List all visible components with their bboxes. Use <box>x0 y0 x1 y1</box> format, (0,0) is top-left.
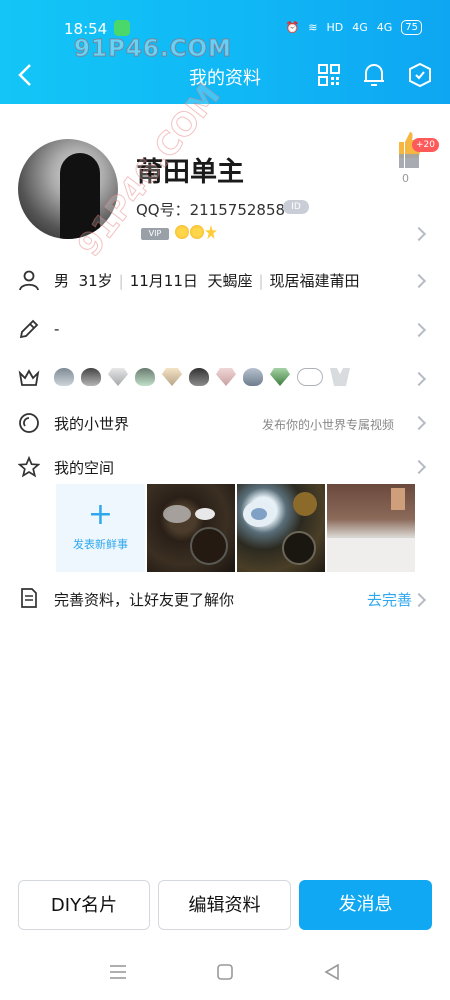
small-world-hint: 发布你的小世界专属视频 <box>262 418 395 432</box>
chevron-right-icon[interactable] <box>411 459 427 475</box>
vip-badge: VIP <box>141 228 169 240</box>
alarm-icon: ⏰ <box>285 21 300 34</box>
chevron-right-icon[interactable] <box>411 322 427 338</box>
document-icon <box>21 588 37 608</box>
diamond-badge-icon <box>162 368 182 386</box>
penguin-badge-icon <box>189 368 209 386</box>
penguin-badge-icon <box>81 368 101 386</box>
system-nav-bar <box>0 958 450 988</box>
hotel-room-image <box>327 488 415 572</box>
info-row[interactable]: 男 31岁 | 11月11日 天蝎座 | 现居福建莆田 <box>54 270 360 291</box>
info-gender: 男 <box>54 272 70 290</box>
call-icon <box>114 20 130 36</box>
app-header: 18:54 ⏰ ≋ HD 4G 4G 75 91P46.COM 我的资料 <box>0 0 450 104</box>
signal-icon-2: 4G <box>376 21 393 34</box>
sun-icon <box>190 225 204 239</box>
chevron-right-icon[interactable] <box>411 226 427 242</box>
complete-profile-action[interactable]: 去完善 <box>367 589 412 610</box>
diamond-badge-icon <box>108 368 128 386</box>
info-age: 31岁 <box>78 272 113 290</box>
tea-cups-image <box>163 505 228 565</box>
sun-icon <box>175 225 189 239</box>
small-world-icon <box>19 413 39 433</box>
space-photo-tea[interactable] <box>147 484 235 572</box>
post-new-tile[interactable]: + 发表新鲜事 <box>56 484 145 572</box>
signature-text[interactable]: - <box>54 320 59 338</box>
chevron-right-icon[interactable] <box>411 592 427 608</box>
complete-profile-label: 完善资料，让好友更了解你 <box>54 591 235 609</box>
my-space-label[interactable]: 我的空间 <box>54 457 114 478</box>
penguin-badge-icon <box>243 368 263 386</box>
chevron-right-icon[interactable] <box>411 415 427 431</box>
signal-icon-1: 4G <box>352 21 368 34</box>
info-birthday: 11月11日 <box>129 272 198 290</box>
suit-badge-icon <box>330 368 350 386</box>
nav-bar: 我的资料 <box>0 58 450 94</box>
like-badge: +20 <box>412 138 439 152</box>
info-location: 现居福建莆田 <box>269 272 360 290</box>
tea-bowl-image <box>243 492 317 565</box>
badge-list[interactable] <box>54 368 350 386</box>
battery-indicator: 75 <box>401 20 422 35</box>
star-icon <box>18 456 40 478</box>
crown-icon <box>18 369 40 386</box>
home-icon[interactable] <box>217 964 233 980</box>
penguin-badge-icon <box>135 368 155 386</box>
info-zodiac: 天蝎座 <box>207 272 253 290</box>
plus-icon: + <box>87 497 114 532</box>
hd-icon: HD <box>326 21 344 34</box>
status-icons: ⏰ ≋ HD 4G 4G 75 <box>286 20 422 35</box>
space-photo-tea-2[interactable] <box>237 484 325 572</box>
like-count: 0 <box>402 172 409 185</box>
edit-profile-button[interactable]: 编辑资料 <box>158 880 291 930</box>
qq-number: QQ号：2115752858 <box>136 199 285 220</box>
penguin-badge-icon <box>54 368 74 386</box>
star-level-icon <box>205 225 217 239</box>
shield-check-icon[interactable] <box>408 62 432 88</box>
cloud-badge-icon <box>297 368 323 386</box>
back-triangle-icon[interactable] <box>324 964 340 980</box>
pencil-icon <box>19 319 39 339</box>
menu-icon[interactable] <box>109 964 127 980</box>
send-message-button[interactable]: 发消息 <box>299 880 432 930</box>
person-icon <box>19 270 39 291</box>
chevron-right-icon[interactable] <box>411 273 427 289</box>
diy-card-button[interactable]: DIY名片 <box>18 880 150 930</box>
qq-value: 2115752858 <box>189 201 286 219</box>
bell-icon[interactable] <box>362 62 386 88</box>
qr-code-icon[interactable] <box>318 64 340 86</box>
like-button[interactable]: +20 <box>396 128 439 172</box>
chevron-right-icon[interactable] <box>411 371 427 387</box>
diamond-badge-icon <box>270 368 290 386</box>
small-world-label[interactable]: 我的小世界 <box>54 413 129 434</box>
diamond-badge-icon <box>216 368 236 386</box>
post-new-caption: 发表新鲜事 <box>73 538 128 551</box>
wifi-icon: ≋ <box>308 21 318 34</box>
space-photo-room[interactable] <box>327 484 415 572</box>
id-badge[interactable]: ID <box>283 200 309 214</box>
level-suns <box>175 225 217 239</box>
